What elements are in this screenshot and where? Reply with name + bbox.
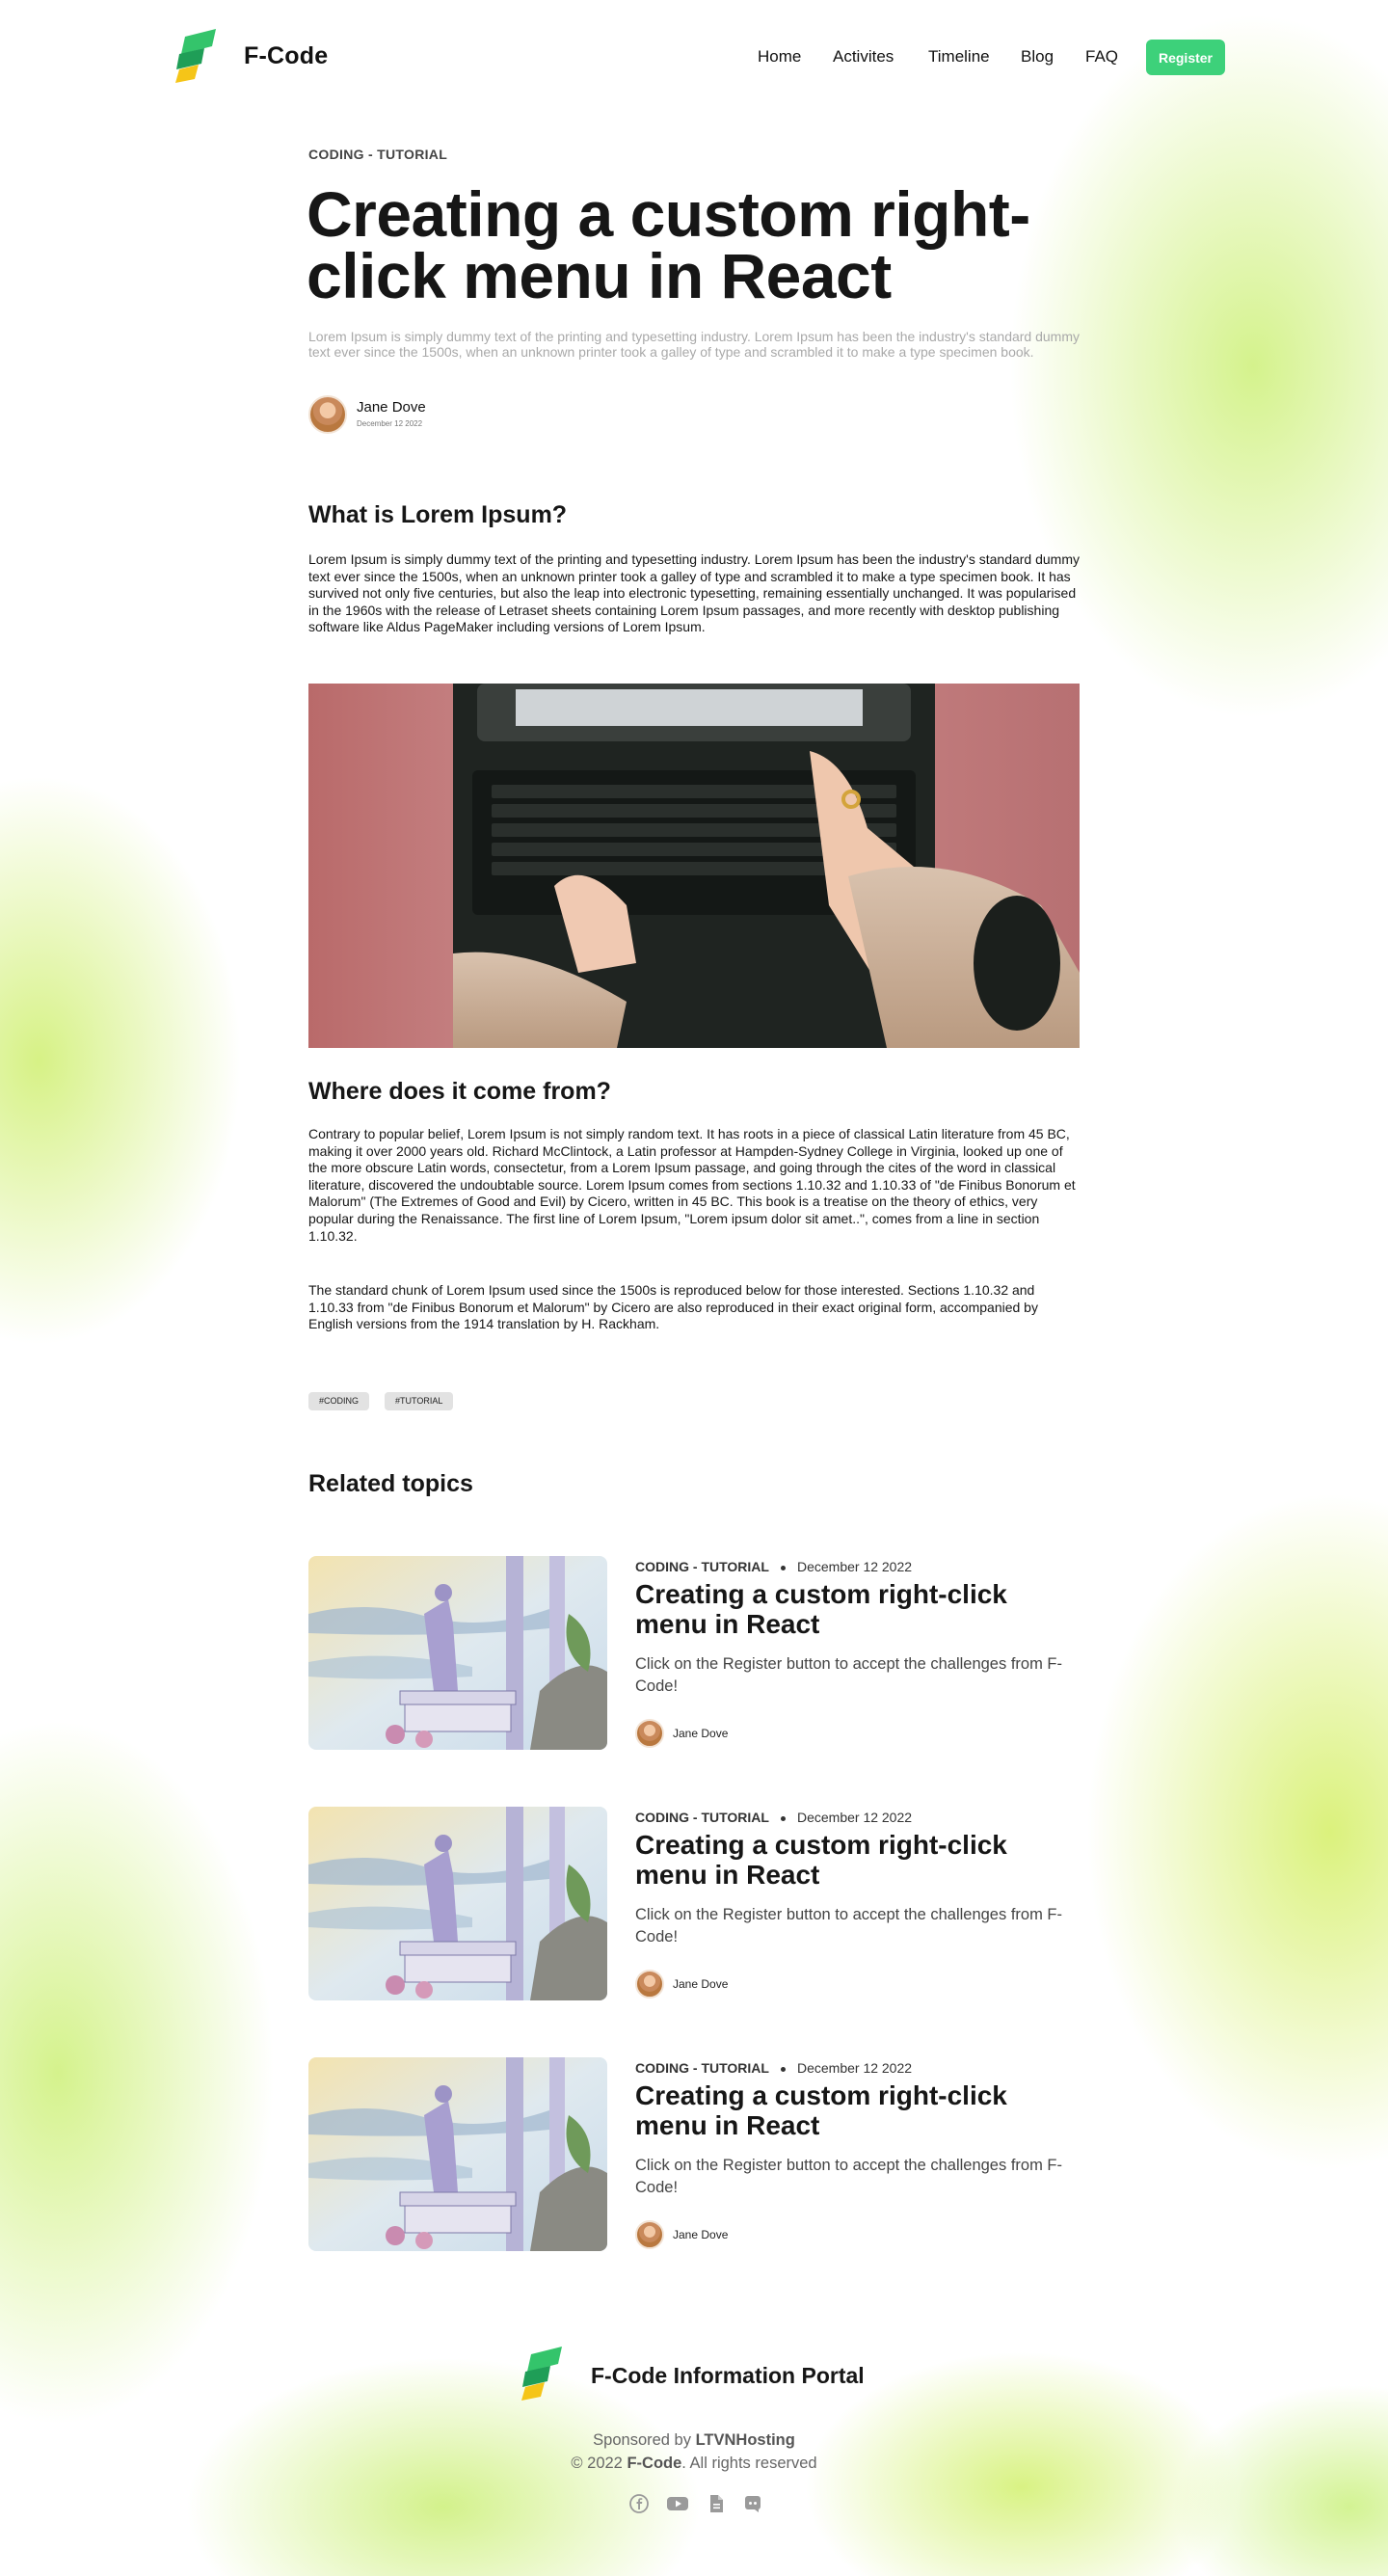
nav-blog[interactable]: Blog xyxy=(1021,47,1054,67)
article-category: CODING - TUTORIAL xyxy=(308,147,448,162)
related-card-description: Click on the Register button to accept t… xyxy=(635,1906,1062,1945)
scholar-illustration xyxy=(308,2057,607,2251)
related-card-meta: CODING - TUTORIAL December 12 2022 xyxy=(635,1559,912,1574)
section-heading-where: Where does it come from? xyxy=(308,1078,611,1105)
nav-timeline[interactable]: Timeline xyxy=(928,47,990,67)
footer-brand: F-Code Information Portal xyxy=(591,2363,865,2388)
footer-sponsor-link[interactable]: LTVNHosting xyxy=(696,2431,795,2449)
related-card[interactable]: CODING - TUTORIAL December 12 2022 Creati… xyxy=(308,1556,1080,1750)
separator-dot xyxy=(780,1565,786,1570)
separator-dot xyxy=(780,1815,786,1821)
related-card-thumbnail[interactable] xyxy=(308,2057,607,2251)
footer-copyright-brand: F-Code xyxy=(627,2455,682,2472)
site-header: F-Code Home Activites Timeline Blog FAQ … xyxy=(0,0,1388,116)
related-card-avatar xyxy=(635,1970,664,1999)
scholar-illustration xyxy=(308,1556,607,1750)
related-card-meta: CODING - TUTORIAL December 12 2022 xyxy=(635,2060,912,2076)
nav-activites[interactable]: Activites xyxy=(833,47,894,67)
discord-icon[interactable] xyxy=(743,2494,762,2513)
tag-tutorial[interactable]: #TUTORIAL xyxy=(385,1392,454,1410)
related-card-thumbnail[interactable] xyxy=(308,1807,607,2000)
related-card-category: CODING - TUTORIAL xyxy=(635,1810,769,1825)
nav-home[interactable]: Home xyxy=(758,47,801,67)
laptop-photo xyxy=(453,684,1080,1048)
footer-sponsor: Sponsored by LTVNHosting xyxy=(0,2431,1388,2450)
related-card-date: December 12 2022 xyxy=(796,2060,913,2076)
related-card-avatar xyxy=(635,2220,664,2249)
footer-logo-icon[interactable] xyxy=(521,2347,566,2401)
related-card-title[interactable]: Creating a custom right-click menu in Re… xyxy=(635,1579,1079,1639)
brand-name[interactable]: F-Code xyxy=(244,42,328,70)
footer-sponsor-prefix: Sponsored by xyxy=(593,2431,691,2449)
author-name: Jane Dove xyxy=(357,399,426,416)
social-links xyxy=(629,2494,764,2515)
hero-image xyxy=(308,684,1080,1048)
document-icon[interactable] xyxy=(707,2494,726,2513)
related-heading: Related topics xyxy=(308,1470,473,1497)
related-card-title[interactable]: Creating a custom right-click menu in Re… xyxy=(635,1830,1079,1890)
related-card-author: Jane Dove xyxy=(673,1977,729,1991)
related-card-meta: CODING - TUTORIAL December 12 2022 xyxy=(635,1810,912,1825)
footer-copyright-prefix: © 2022 xyxy=(571,2455,623,2472)
youtube-icon[interactable] xyxy=(666,2494,689,2513)
scholar-illustration xyxy=(308,1807,607,2000)
fcode-logo-icon[interactable] xyxy=(175,29,220,83)
footer-copyright-suffix: . All rights reserved xyxy=(681,2455,817,2472)
related-card-category: CODING - TUTORIAL xyxy=(635,1559,769,1574)
related-card[interactable]: CODING - TUTORIAL December 12 2022 Creati… xyxy=(308,2057,1080,2251)
nav-faq[interactable]: FAQ xyxy=(1085,47,1118,67)
section-body-where-1: Contrary to popular belief, Lorem Ipsum … xyxy=(308,1126,1076,1244)
author-avatar xyxy=(308,395,347,434)
footer-copyright: © 2022 F-Code. All rights reserved xyxy=(0,2455,1388,2473)
related-card-category: CODING - TUTORIAL xyxy=(635,2060,769,2076)
register-button[interactable]: Register xyxy=(1146,40,1225,75)
separator-dot xyxy=(780,2066,786,2072)
related-card-description: Click on the Register button to accept t… xyxy=(635,2157,1062,2196)
related-card-description: Click on the Register button to accept t… xyxy=(635,1655,1062,1695)
related-card-thumbnail[interactable] xyxy=(308,1556,607,1750)
author-date: December 12 2022 xyxy=(357,419,423,428)
facebook-icon[interactable] xyxy=(629,2494,649,2513)
section-body-what: Lorem Ipsum is simply dummy text of the … xyxy=(308,551,1081,635)
related-card-author: Jane Dove xyxy=(673,1727,729,1740)
related-card-author: Jane Dove xyxy=(673,2228,729,2241)
article-title: Creating a custom right-click menu in Re… xyxy=(307,178,1030,311)
related-card[interactable]: CODING - TUTORIAL December 12 2022 Creati… xyxy=(308,1807,1080,2000)
article-lead: Lorem Ipsum is simply dummy text of the … xyxy=(308,329,1081,360)
related-card-title[interactable]: Creating a custom right-click menu in Re… xyxy=(635,2080,1079,2140)
related-card-avatar xyxy=(635,1719,664,1748)
section-heading-what: What is Lorem Ipsum? xyxy=(308,501,568,528)
tag-coding[interactable]: #CODING xyxy=(308,1392,370,1410)
related-card-date: December 12 2022 xyxy=(796,1559,913,1574)
related-card-date: December 12 2022 xyxy=(796,1810,913,1825)
section-body-where-2: The standard chunk of Lorem Ipsum used s… xyxy=(308,1282,1038,1332)
